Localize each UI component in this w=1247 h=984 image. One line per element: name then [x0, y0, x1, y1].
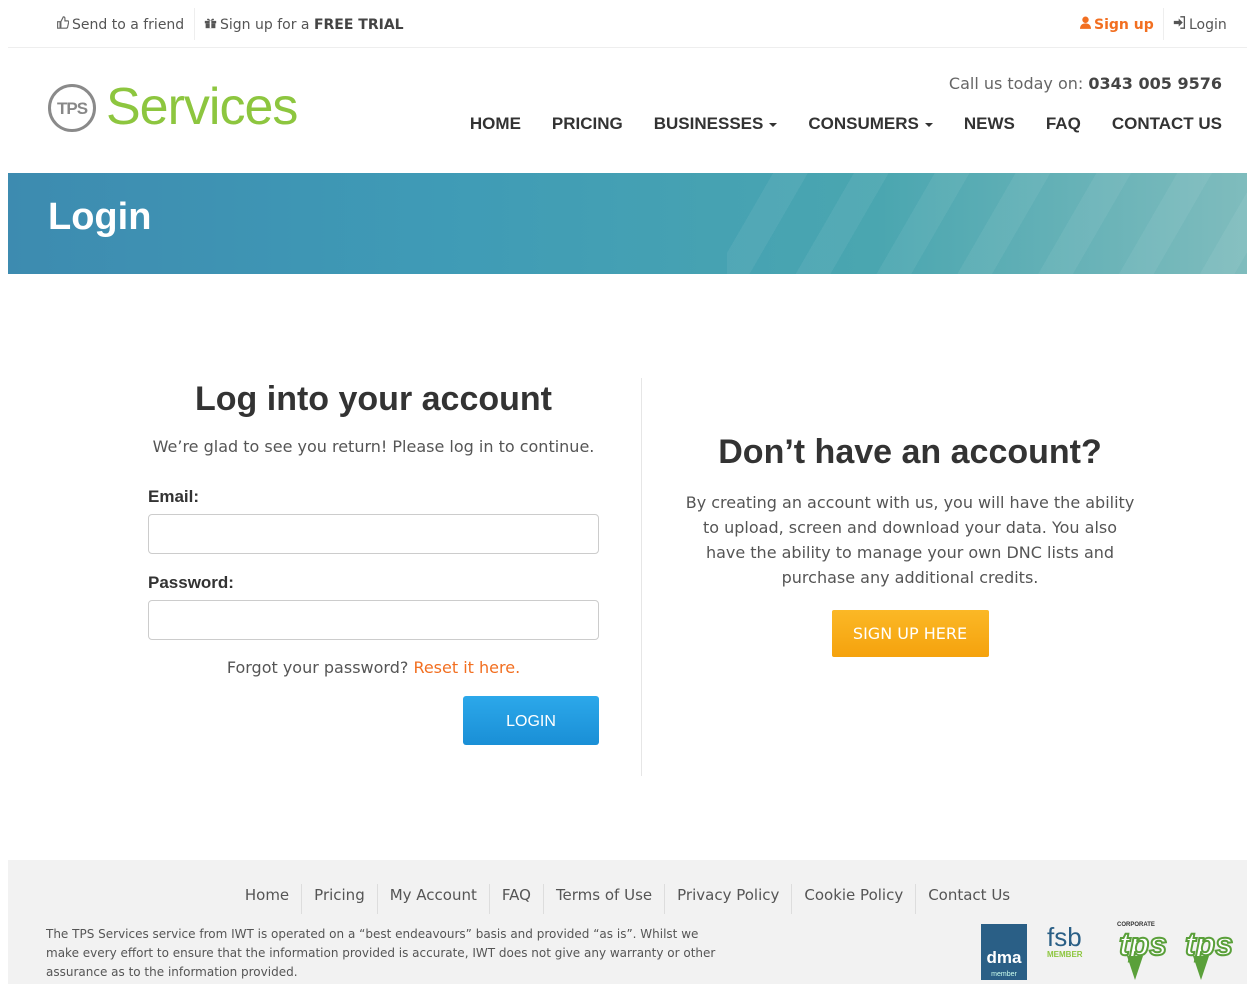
nav-consumers-label: CONSUMERS — [808, 114, 919, 133]
topbar-divider — [1163, 8, 1164, 40]
nav-home[interactable]: HOME — [470, 113, 521, 135]
nav-faq[interactable]: FAQ — [1046, 113, 1081, 135]
nav-businesses-label: BUSINESSES — [653, 114, 764, 133]
signup-description: By creating an account with us, you will… — [685, 493, 1135, 587]
login-form: Log into your account We’re glad to see … — [148, 380, 599, 750]
fsb-text: fsb — [1047, 922, 1082, 952]
signup-label: Sign up — [1094, 17, 1154, 33]
footer: Home Pricing My Account FAQ Terms of Use Priv… — [8, 860, 1247, 984]
footer-nav: Home Pricing My Account FAQ Terms of Use Priv… — [8, 884, 1247, 914]
dma-member-logo: dma member — [981, 924, 1027, 980]
phone-number[interactable]: 0343 005 9576 — [1088, 74, 1222, 93]
footer-disclaimer: The TPS Services service from IWT is ope… — [46, 927, 716, 979]
fsb-member-logo: fsb MEMBER — [1047, 924, 1097, 960]
forgot-prefix: Forgot your password? — [226, 658, 414, 677]
email-label: Email: — [148, 487, 200, 506]
footer-link-my-account[interactable]: My Account — [378, 884, 490, 914]
nav-pricing[interactable]: PRICING — [552, 113, 623, 135]
corporate-tps-logo: CORPORATE tps — [1117, 922, 1168, 980]
signup-link[interactable]: Sign up — [1080, 0, 1154, 47]
gift-icon — [204, 0, 217, 50]
tps-tick-shape — [1127, 956, 1143, 980]
footer-link-home[interactable]: Home — [233, 884, 303, 914]
top-bar: Send to a friend Sign up for a FREE TRIA… — [8, 0, 1247, 48]
page-banner: Login — [8, 173, 1247, 274]
tps-tick-shape — [1193, 956, 1209, 980]
footer-link-cookie[interactable]: Cookie Policy — [792, 884, 917, 914]
main-nav: HOME PRICING BUSINESSES CONSUMERS NEWS F… — [439, 113, 1222, 135]
sign-in-icon — [1173, 0, 1186, 50]
dma-sub: member — [991, 971, 1017, 978]
signup-panel: Don’t have an account? By creating an ac… — [680, 433, 1140, 657]
signup-heading: Don’t have an account? — [718, 433, 1102, 471]
thumbs-up-icon — [56, 0, 70, 50]
reset-password-link[interactable]: Reset it here. — [413, 658, 520, 677]
login-heading: Log into your account — [195, 380, 552, 418]
nav-consumers[interactable]: CONSUMERS — [808, 113, 933, 135]
sign-up-here-button[interactable]: SIGN UP HERE — [831, 610, 989, 657]
topbar-divider — [194, 8, 195, 40]
free-trial-prefix: Sign up for a — [220, 17, 314, 33]
footer-link-privacy[interactable]: Privacy Policy — [665, 884, 793, 914]
password-label: Password: — [148, 573, 234, 592]
login-button[interactable]: LOGIN — [463, 696, 599, 745]
caret-down-icon — [924, 122, 933, 127]
logo-text: Services — [106, 78, 298, 136]
nav-contact-us[interactable]: CONTACT US — [1112, 113, 1222, 135]
footer-link-contact[interactable]: Contact Us — [916, 884, 1022, 914]
page-title: Login — [48, 196, 152, 238]
login-label: Login — [1189, 17, 1227, 33]
free-trial-bold: FREE TRIAL — [313, 17, 404, 33]
tps-logo: tps — [1183, 924, 1234, 980]
login-link[interactable]: Login — [1173, 0, 1227, 47]
email-field[interactable] — [148, 514, 599, 554]
membership-badges: dma member fsb MEMBER CORPORATE tps tps — [961, 922, 1234, 980]
footer-link-faq[interactable]: FAQ — [490, 884, 544, 914]
free-trial-link[interactable]: Sign up for a FREE TRIAL — [204, 0, 404, 47]
call-prefix: Call us today on: — [948, 74, 1089, 93]
dma-text: dma — [986, 948, 1022, 967]
send-to-friend-label: Send to a friend — [72, 17, 185, 33]
nav-news[interactable]: NEWS — [964, 113, 1015, 135]
forgot-password-text: Forgot your password? Reset it here. — [148, 658, 599, 677]
caret-down-icon — [769, 122, 778, 127]
login-subtitle: We’re glad to see you return! Please log… — [152, 437, 595, 456]
phone-callout: Call us today on: 0343 005 9576 — [949, 74, 1222, 93]
logo-mark: TPS — [48, 84, 96, 132]
password-field[interactable] — [148, 600, 599, 640]
footer-link-pricing[interactable]: Pricing — [302, 884, 378, 914]
nav-businesses[interactable]: BUSINESSES — [654, 113, 778, 135]
column-divider — [641, 378, 642, 776]
send-to-friend-link[interactable]: Send to a friend — [56, 0, 184, 47]
footer-link-terms[interactable]: Terms of Use — [544, 884, 666, 914]
fsb-sub: MEMBER — [1047, 950, 1083, 959]
user-icon — [1080, 0, 1091, 50]
